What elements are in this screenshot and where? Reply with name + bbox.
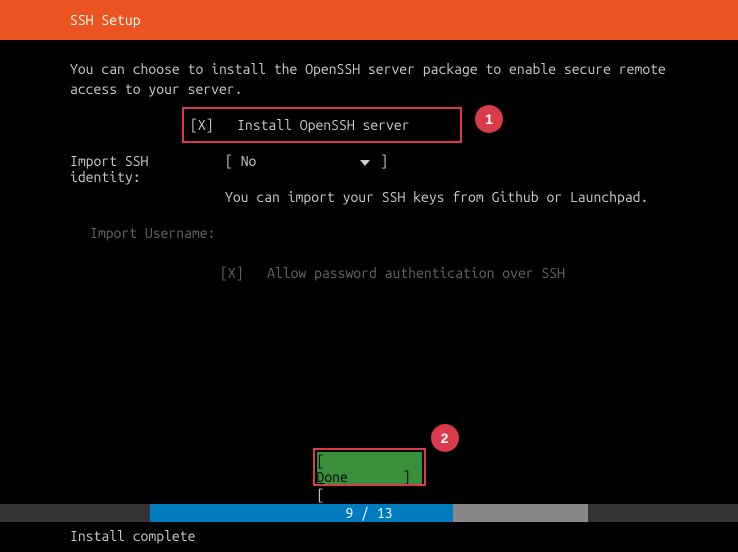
install-openssh-checkbox[interactable]: [X] Install OpenSSH server 1 — [190, 117, 410, 133]
chevron-down-icon — [360, 160, 370, 166]
content-area: You can choose to install the OpenSSH se… — [0, 40, 738, 281]
status-text: Install complete — [70, 528, 195, 544]
checkbox-mark: [X] — [190, 117, 214, 133]
intro-text: You can choose to install the OpenSSH se… — [70, 60, 668, 99]
allow-password-label: Allow password authentication over SSH — [267, 265, 565, 281]
progress-text: 9 / 13 — [0, 504, 738, 522]
done-button[interactable]: [ Done ] — [317, 452, 422, 486]
import-identity-dropdown[interactable]: [ No ] — [225, 153, 388, 185]
progress-area: 9 / 13 — [0, 504, 738, 522]
checkbox-mark-dim: [X] — [220, 265, 244, 281]
checkbox-label: Install OpenSSH server — [237, 117, 409, 133]
page-title: SSH Setup — [70, 12, 141, 28]
annotation-badge-1: 1 — [475, 105, 503, 133]
import-identity-label: Import SSH identity: — [70, 153, 225, 185]
import-username-row: Import Username: — [70, 225, 668, 241]
header-bar: SSH Setup — [0, 0, 738, 40]
import-username-label: Import Username: — [90, 225, 245, 241]
import-identity-note: You can import your SSH keys from Github… — [225, 189, 668, 205]
import-identity-row: Import SSH identity: [ No ] — [70, 153, 668, 185]
annotation-badge-2: 2 — [431, 424, 459, 452]
allow-password-checkbox: [X] Allow password authentication over S… — [220, 265, 668, 281]
